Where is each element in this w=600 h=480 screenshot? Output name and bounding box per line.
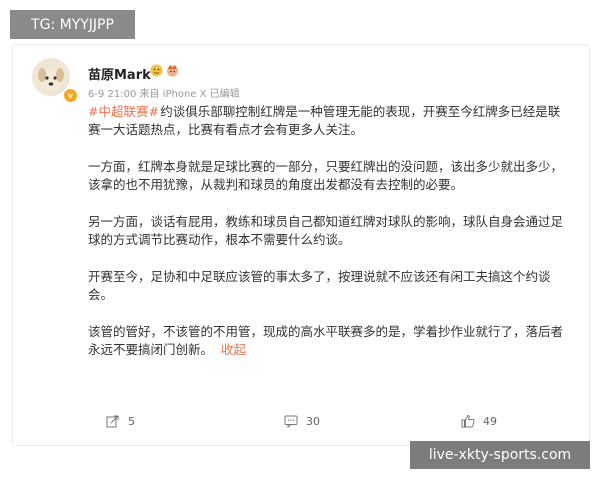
verified-badge-icon: v — [63, 88, 78, 103]
repost-count: 5 — [128, 414, 135, 428]
post-body: #中超联赛# 约谈俱乐部聊控制红牌是一种管理无能的表现，开赛至今红牌多已经是联赛… — [88, 103, 568, 378]
like-icon — [461, 414, 475, 428]
repost-button[interactable]: 5 — [106, 414, 135, 428]
overlay-tag: TG: MYYJJPP — [10, 10, 135, 39]
comment-icon — [284, 415, 298, 428]
like-button[interactable]: 49 — [461, 414, 497, 428]
topic-link[interactable]: #中超联赛# — [88, 104, 159, 119]
emoji-icon — [167, 65, 178, 77]
post-paragraph: 另一方面，谈话有屁用，教练和球员自己都知道红牌对球队的影响，球队自身会通过足球的… — [88, 214, 564, 247]
post-paragraph: 一方面，红牌本身就是足球比赛的一部分，只要红牌出的没问题，该出多少就出多少，该拿… — [88, 159, 564, 192]
comment-button[interactable]: 30 — [284, 414, 320, 428]
emoji-icon — [150, 64, 163, 77]
author-name[interactable]: 苗原Mark — [88, 64, 151, 83]
post-paragraph: #中超联赛# 约谈俱乐部聊控制红牌是一种管理无能的表现，开赛至今红牌多已经是联赛… — [88, 104, 561, 137]
repost-icon — [106, 415, 119, 428]
post-paragraph: 开赛至今，足协和中足联应该管的事太多了，按理说就不应该还有闲工夫搞这个约谈会。 — [88, 269, 551, 302]
post-meta: 6-9 21:00 来自 iPhone X 已编辑 — [88, 89, 240, 100]
watermark: live-xkty-sports.com — [410, 441, 590, 469]
like-count: 49 — [483, 414, 497, 428]
post-paragraph: 该管的管好，不该管的不用管，现成的高水平联赛多的是，学着抄作业就行了，落后者永远… — [88, 324, 564, 357]
collapse-link[interactable]: 收起 — [221, 342, 246, 357]
comment-count: 30 — [306, 414, 320, 428]
